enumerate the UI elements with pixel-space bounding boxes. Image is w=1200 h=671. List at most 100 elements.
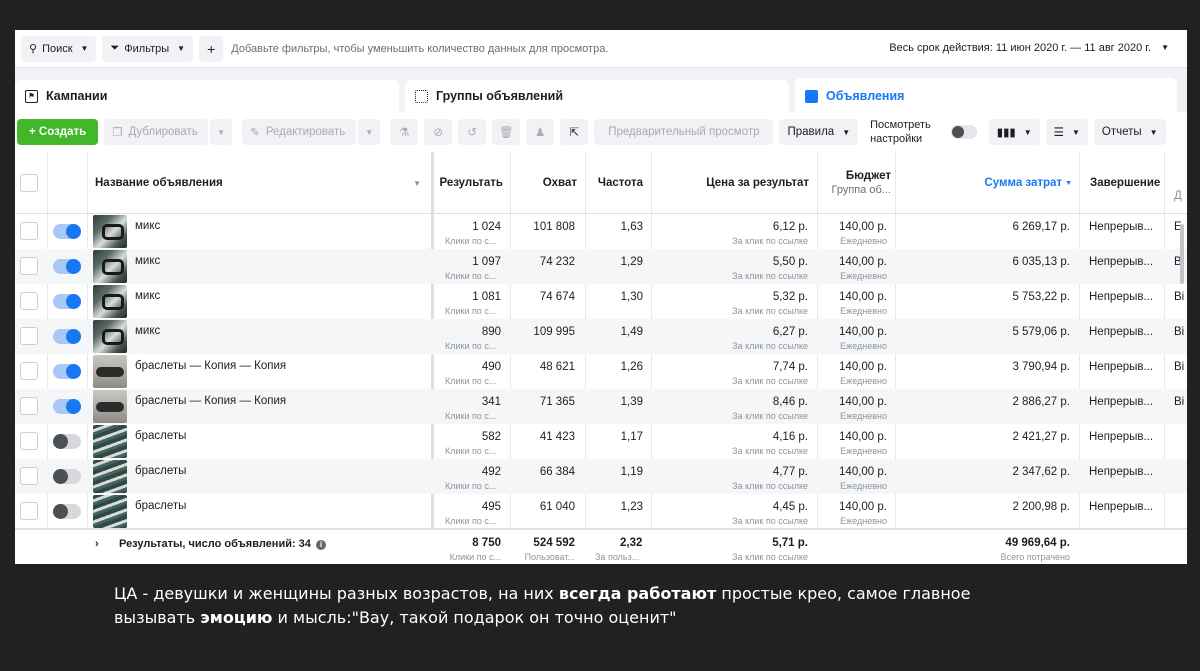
column-header-extra[interactable]: Д xyxy=(1174,152,1187,214)
undo-button[interactable]: ↺ xyxy=(458,119,487,145)
chevron-right-icon[interactable]: › xyxy=(95,538,99,550)
table-row[interactable]: браслеты 495 Клики по с... 61 040 1,23 4,45 р… xyxy=(15,494,1187,529)
row-checkbox[interactable] xyxy=(20,222,38,240)
filters-button[interactable]: ⏷ Фильтры ▼ xyxy=(102,35,194,62)
column-header-reach[interactable]: Охват xyxy=(512,152,577,214)
column-header-ends[interactable]: Завершение xyxy=(1090,152,1170,214)
results-sub: Клики по с... xyxy=(445,376,497,386)
row-checkbox[interactable] xyxy=(20,327,38,345)
chevron-down-icon: ▼ xyxy=(842,127,851,137)
add-filter-button[interactable]: + xyxy=(199,35,224,62)
row-checkbox[interactable] xyxy=(20,432,38,450)
chevron-down-icon: ▼ xyxy=(365,127,374,137)
preview-button[interactable]: Предварительный просмотр xyxy=(594,119,774,145)
ad-status-toggle[interactable] xyxy=(53,399,81,414)
columns-button[interactable]: ▮▮▮ ▼ xyxy=(988,119,1040,145)
results-sub: Клики по с... xyxy=(445,411,497,421)
table-row[interactable]: браслеты 582 Клики по с... 41 423 1,17 4,16 р… xyxy=(15,424,1187,459)
block-button[interactable]: ⊘ xyxy=(424,119,453,145)
row-checkbox[interactable] xyxy=(20,257,38,275)
ad-name[interactable]: браслеты xyxy=(135,430,186,442)
duplicate-dropdown[interactable]: ▼ xyxy=(210,119,233,145)
column-header-budget[interactable]: Бюджет Группа об... xyxy=(821,152,891,214)
create-button[interactable]: + Создать xyxy=(17,119,99,145)
table-row[interactable]: микс 1 024 Клики по с... 101 808 1,63 6,12 р.… xyxy=(15,214,1187,249)
ad-status-toggle[interactable] xyxy=(53,329,81,344)
tab-ad-sets[interactable]: Группы объявлений xyxy=(405,80,789,112)
ab-test-button[interactable]: ⚗ xyxy=(390,119,419,145)
tab-ads[interactable]: Объявления xyxy=(795,78,1177,114)
column-header-cost-per-result[interactable]: Цена за результат xyxy=(653,152,809,214)
breakdown-button[interactable]: ☰ ▼ xyxy=(1045,119,1088,145)
rules-button[interactable]: Правила ▼ xyxy=(779,119,859,145)
row-checkbox[interactable] xyxy=(20,362,38,380)
frequency-value: 1,39 xyxy=(620,396,643,408)
row-checkbox[interactable] xyxy=(20,502,38,520)
totals-results-sub: Клики по с... xyxy=(449,552,501,562)
results-value: 1 081 xyxy=(472,291,501,303)
view-settings-toggle[interactable] xyxy=(950,125,977,139)
export-button[interactable]: ⇱ xyxy=(560,119,589,145)
column-header-name[interactable]: Название объявления ▼ xyxy=(95,152,425,214)
amount-spent-value: 6 269,17 р. xyxy=(1012,221,1070,233)
ad-thumbnail xyxy=(93,425,127,458)
select-all-checkbox[interactable] xyxy=(20,174,38,192)
totals-amount-spent: 49 969,64 р. xyxy=(1005,537,1070,549)
ad-status-toggle[interactable] xyxy=(53,434,81,449)
ad-status-toggle[interactable] xyxy=(53,364,81,379)
budget-sub: Ежедневно xyxy=(840,446,887,456)
delete-button[interactable]: 🗑 xyxy=(492,119,521,145)
results-value: 1 024 xyxy=(472,221,501,233)
breakdown-icon: ☰ xyxy=(1053,127,1064,139)
ad-name[interactable]: микс xyxy=(135,220,160,232)
budget-sub: Ежедневно xyxy=(840,306,887,316)
frequency-value: 1,17 xyxy=(620,431,643,443)
edit-button[interactable]: ✎ Редактировать xyxy=(242,119,357,145)
row-checkbox[interactable] xyxy=(20,467,38,485)
frequency-value: 1,19 xyxy=(620,466,643,478)
date-range-selector[interactable]: Весь срок действия: 11 июн 2020 г. — 11 … xyxy=(889,42,1151,54)
tab-campaigns[interactable]: ⚑ Кампании xyxy=(15,80,399,112)
chevron-down-icon[interactable]: ▼ xyxy=(1161,43,1169,52)
ad-status-toggle[interactable] xyxy=(53,259,81,274)
ad-name[interactable]: браслеты — Копия — Копия xyxy=(135,360,286,372)
amount-spent-value: 2 200,98 р. xyxy=(1012,501,1070,513)
toolbar: + Создать ❐ Дублировать ▼ ✎ Редактироват… xyxy=(15,112,1187,152)
toggle-knob xyxy=(66,259,81,274)
ad-status-toggle[interactable] xyxy=(53,224,81,239)
duplicate-button[interactable]: ❐ Дублировать xyxy=(104,119,209,145)
budget-value: 140,00 р. xyxy=(839,396,887,408)
ad-name[interactable]: браслеты xyxy=(135,465,186,477)
table-row[interactable]: микс 1 081 Клики по с... 74 674 1,30 5,32 р. З… xyxy=(15,284,1187,319)
ad-name[interactable]: браслеты — Копия — Копия xyxy=(135,395,286,407)
column-header-frequency[interactable]: Частота xyxy=(586,152,643,214)
cost-per-result-value: 8,46 р. xyxy=(772,396,808,408)
copy-icon: ❐ xyxy=(112,127,123,139)
ad-thumbnail xyxy=(93,285,127,318)
edit-dropdown[interactable]: ▼ xyxy=(358,119,381,145)
ad-status-toggle[interactable] xyxy=(53,294,81,309)
vertical-scrollbar[interactable] xyxy=(1180,224,1184,284)
reports-button[interactable]: Отчеты ▼ xyxy=(1093,119,1166,145)
ad-name[interactable]: микс xyxy=(135,325,160,337)
sort-desc-icon: ▼ xyxy=(1065,179,1072,187)
column-header-results[interactable]: Результать xyxy=(435,152,503,214)
ad-name[interactable]: микс xyxy=(135,255,160,267)
audience-button[interactable]: ♟ xyxy=(526,119,555,145)
search-button[interactable]: ⚲ Поиск ▼ xyxy=(21,35,97,62)
column-header-amount-spent[interactable]: Сумма затрат ▼ xyxy=(897,152,1072,214)
chevron-down-icon: ▼ xyxy=(1023,127,1032,137)
ad-name[interactable]: микс xyxy=(135,290,160,302)
extra-value: Ві xyxy=(1174,361,1185,373)
table-row[interactable]: браслеты 492 Клики по с... 66 384 1,19 4,77 р… xyxy=(15,459,1187,494)
info-icon[interactable]: i xyxy=(315,540,326,550)
ad-status-toggle[interactable] xyxy=(53,504,81,519)
table-row[interactable]: браслеты — Копия — Копия 490 Клики по с...… xyxy=(15,354,1187,389)
table-row[interactable]: браслеты — Копия — Копия 341 Клики по с...… xyxy=(15,389,1187,424)
ad-status-toggle[interactable] xyxy=(53,469,81,484)
row-checkbox[interactable] xyxy=(20,397,38,415)
ad-name[interactable]: браслеты xyxy=(135,500,186,512)
table-row[interactable]: микс 890 Клики по с... 109 995 1,49 6,27 р. За… xyxy=(15,319,1187,354)
row-checkbox[interactable] xyxy=(20,292,38,310)
table-row[interactable]: микс 1 097 Клики по с... 74 232 1,29 5,50 р. З… xyxy=(15,249,1187,284)
